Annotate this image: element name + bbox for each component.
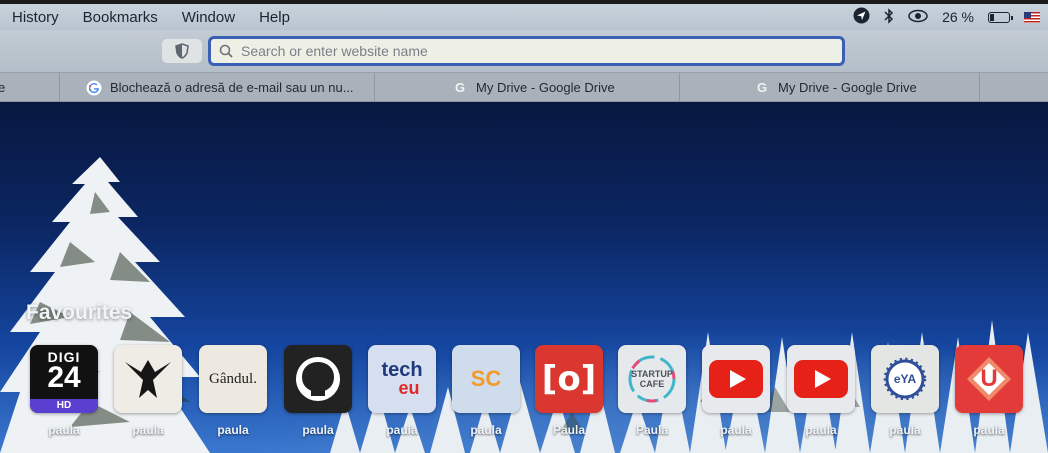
tab-my-drive-1[interactable]: G My Drive - Google Drive: [375, 73, 680, 102]
menu-window[interactable]: Window: [182, 9, 235, 26]
menu-help[interactable]: Help: [259, 9, 290, 26]
mask-logo-icon: [114, 345, 182, 413]
location-arrow-icon[interactable]: [853, 7, 870, 27]
favourite-label: paula: [386, 423, 418, 437]
favourite-label: paula: [132, 423, 164, 437]
favourite-label: paula: [48, 423, 80, 437]
tab-title: My Drive - Google Drive: [476, 80, 615, 95]
menu-bookmarks[interactable]: Bookmarks: [83, 9, 158, 26]
startup-text: STARTUP: [631, 369, 673, 379]
privacy-report-button[interactable]: [162, 39, 202, 63]
github-icon: [284, 345, 352, 413]
gandul-icon: Gândul.: [199, 345, 267, 413]
favourite-item[interactable]: [o] Paula: [535, 345, 603, 437]
digi-24-text: 24: [47, 361, 81, 394]
favourite-item[interactable]: tech eu paula: [368, 345, 436, 437]
tech-text: tech: [381, 359, 423, 381]
favourite-item[interactable]: U paula: [955, 345, 1023, 437]
battery-percent: 26 %: [942, 9, 974, 25]
digi-hd-text: HD: [30, 399, 98, 413]
favourite-item[interactable]: paula: [702, 345, 770, 437]
startup-cafe-icon: STARTUP CAFE: [618, 345, 686, 413]
favourite-item[interactable]: paula: [284, 345, 352, 437]
favourite-label: paula: [973, 423, 1005, 437]
gandul-text: Gândul.: [209, 370, 257, 387]
tab-title: Blochează o adresă de e-mail sau un nu..…: [110, 80, 354, 95]
tab-my-drive-2[interactable]: G My Drive - Google Drive: [680, 73, 980, 102]
techeu-icon: tech eu: [368, 345, 436, 413]
browser-toolbar: [0, 30, 1048, 72]
favourite-item[interactable]: eYA paula: [871, 345, 939, 437]
u-text: U: [980, 365, 998, 392]
favourite-label: paula: [889, 423, 921, 437]
google-icon: G: [756, 80, 768, 95]
favourite-label: Paula: [635, 423, 668, 437]
favourites-heading: Favourites: [26, 301, 133, 324]
favourite-label: paula: [217, 423, 249, 437]
favourite-label: paula: [720, 423, 752, 437]
screen-time-icon[interactable]: [908, 9, 928, 26]
favourite-label: Paula: [552, 423, 585, 437]
eya-text: eYA: [893, 372, 917, 386]
favourite-item[interactable]: paula: [114, 345, 182, 437]
tab-title: My Drive - Google Drive: [778, 80, 917, 95]
battery-fill: [990, 13, 994, 21]
bluetooth-icon[interactable]: [884, 7, 894, 27]
bracket-o-text: [o]: [541, 359, 597, 399]
favourite-item[interactable]: SC paula: [452, 345, 520, 437]
tab-partial-left[interactable]: e: [0, 73, 60, 102]
favourite-label: paula: [805, 423, 837, 437]
eu-text: eu: [398, 378, 420, 398]
u-logo-icon: U: [955, 345, 1023, 413]
google-icon: [86, 80, 102, 96]
google-icon: G: [454, 80, 466, 95]
favourite-item[interactable]: STARTUP CAFE Paula: [618, 345, 686, 437]
us-flag-icon[interactable]: [1024, 11, 1040, 23]
address-bar[interactable]: [208, 36, 845, 66]
favourite-label: paula: [470, 423, 502, 437]
tab-bar: e Blochează o adresă de e-mail sau un nu…: [0, 72, 1048, 102]
eya-icon: eYA: [871, 345, 939, 413]
favourite-item[interactable]: Gândul. paula: [199, 345, 267, 437]
favourite-item[interactable]: DIGI 24 HD paula: [30, 345, 98, 437]
menu-history[interactable]: History: [12, 9, 59, 26]
favourite-label: paula: [302, 423, 334, 437]
shield-icon: [175, 43, 189, 59]
bracket-o-icon: [o]: [535, 345, 603, 413]
favourites-grid: DIGI 24 HD paula paula Gândul. paula pau: [30, 345, 1048, 453]
search-icon: [219, 44, 233, 58]
battery-icon[interactable]: [988, 11, 1013, 23]
digi24-icon: DIGI 24 HD: [30, 345, 98, 413]
tab-block-email[interactable]: Blochează o adresă de e-mail sau un nu..…: [60, 73, 375, 102]
cafe-text: CAFE: [639, 379, 665, 389]
youtube-icon: [702, 345, 770, 413]
sc-text: SC: [470, 366, 502, 391]
start-page: Favourites DIGI 24 HD paula paula Gândul…: [0, 102, 1048, 453]
favourite-item[interactable]: paula: [787, 345, 855, 437]
status-area: 26 %: [853, 4, 1048, 30]
youtube-icon: [787, 345, 855, 413]
menu-bar: History Bookmarks Window Help 26 %: [0, 0, 1048, 30]
sc-icon: SC: [452, 345, 520, 413]
search-input[interactable]: [239, 42, 823, 60]
